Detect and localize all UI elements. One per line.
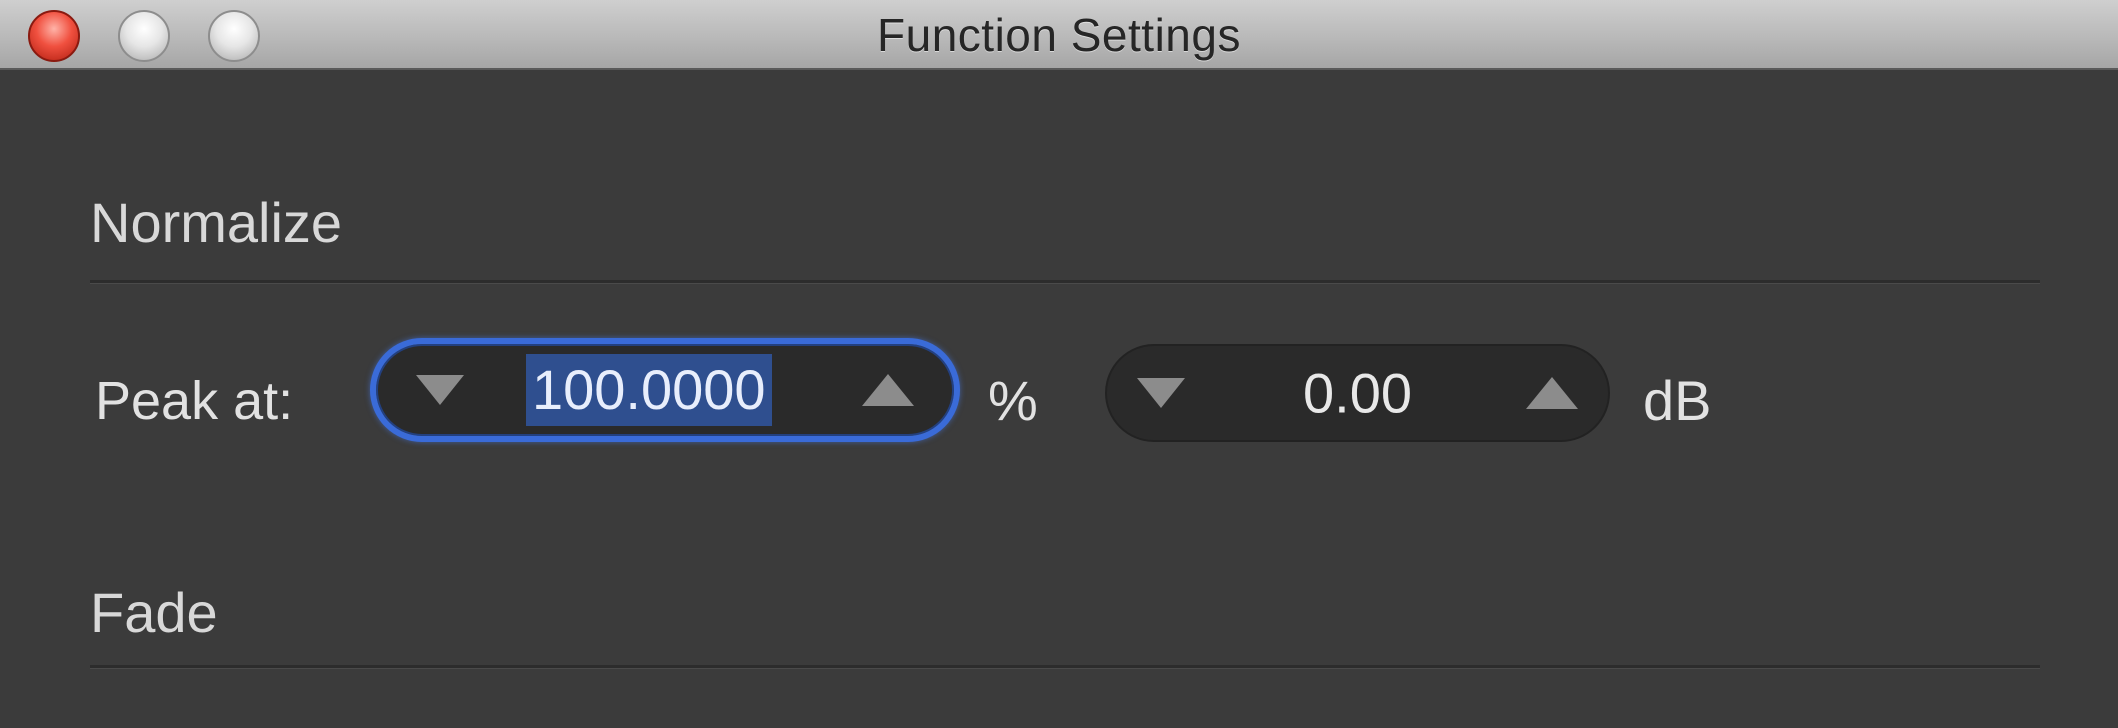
window-title: Function Settings xyxy=(877,9,1241,61)
peak-at-label: Peak at: xyxy=(95,371,294,431)
title-bar[interactable]: Function Settings xyxy=(0,0,2118,70)
peak-db-stepper[interactable]: 0.00 xyxy=(1105,344,1610,442)
db-unit-label: dB xyxy=(1643,369,1712,432)
peak-percent-input[interactable]: 100.0000 xyxy=(526,354,772,426)
peak-percent-stepper[interactable]: 100.0000 xyxy=(370,338,960,442)
fade-divider xyxy=(90,665,2040,669)
settings-content: Normalize Peak at: 100.0000 % 0.00 dB Fa… xyxy=(0,70,2118,728)
triangle-down-icon[interactable] xyxy=(416,375,464,405)
function-settings-window: Function Settings Normalize Peak at: 100… xyxy=(0,0,2118,728)
normalize-section-title: Normalize xyxy=(90,191,343,254)
triangle-up-icon[interactable] xyxy=(1526,377,1578,409)
percent-unit-label: % xyxy=(988,369,1038,432)
fade-section-title: Fade xyxy=(90,581,218,644)
normalize-divider xyxy=(90,280,2040,284)
triangle-up-icon[interactable] xyxy=(862,374,914,406)
